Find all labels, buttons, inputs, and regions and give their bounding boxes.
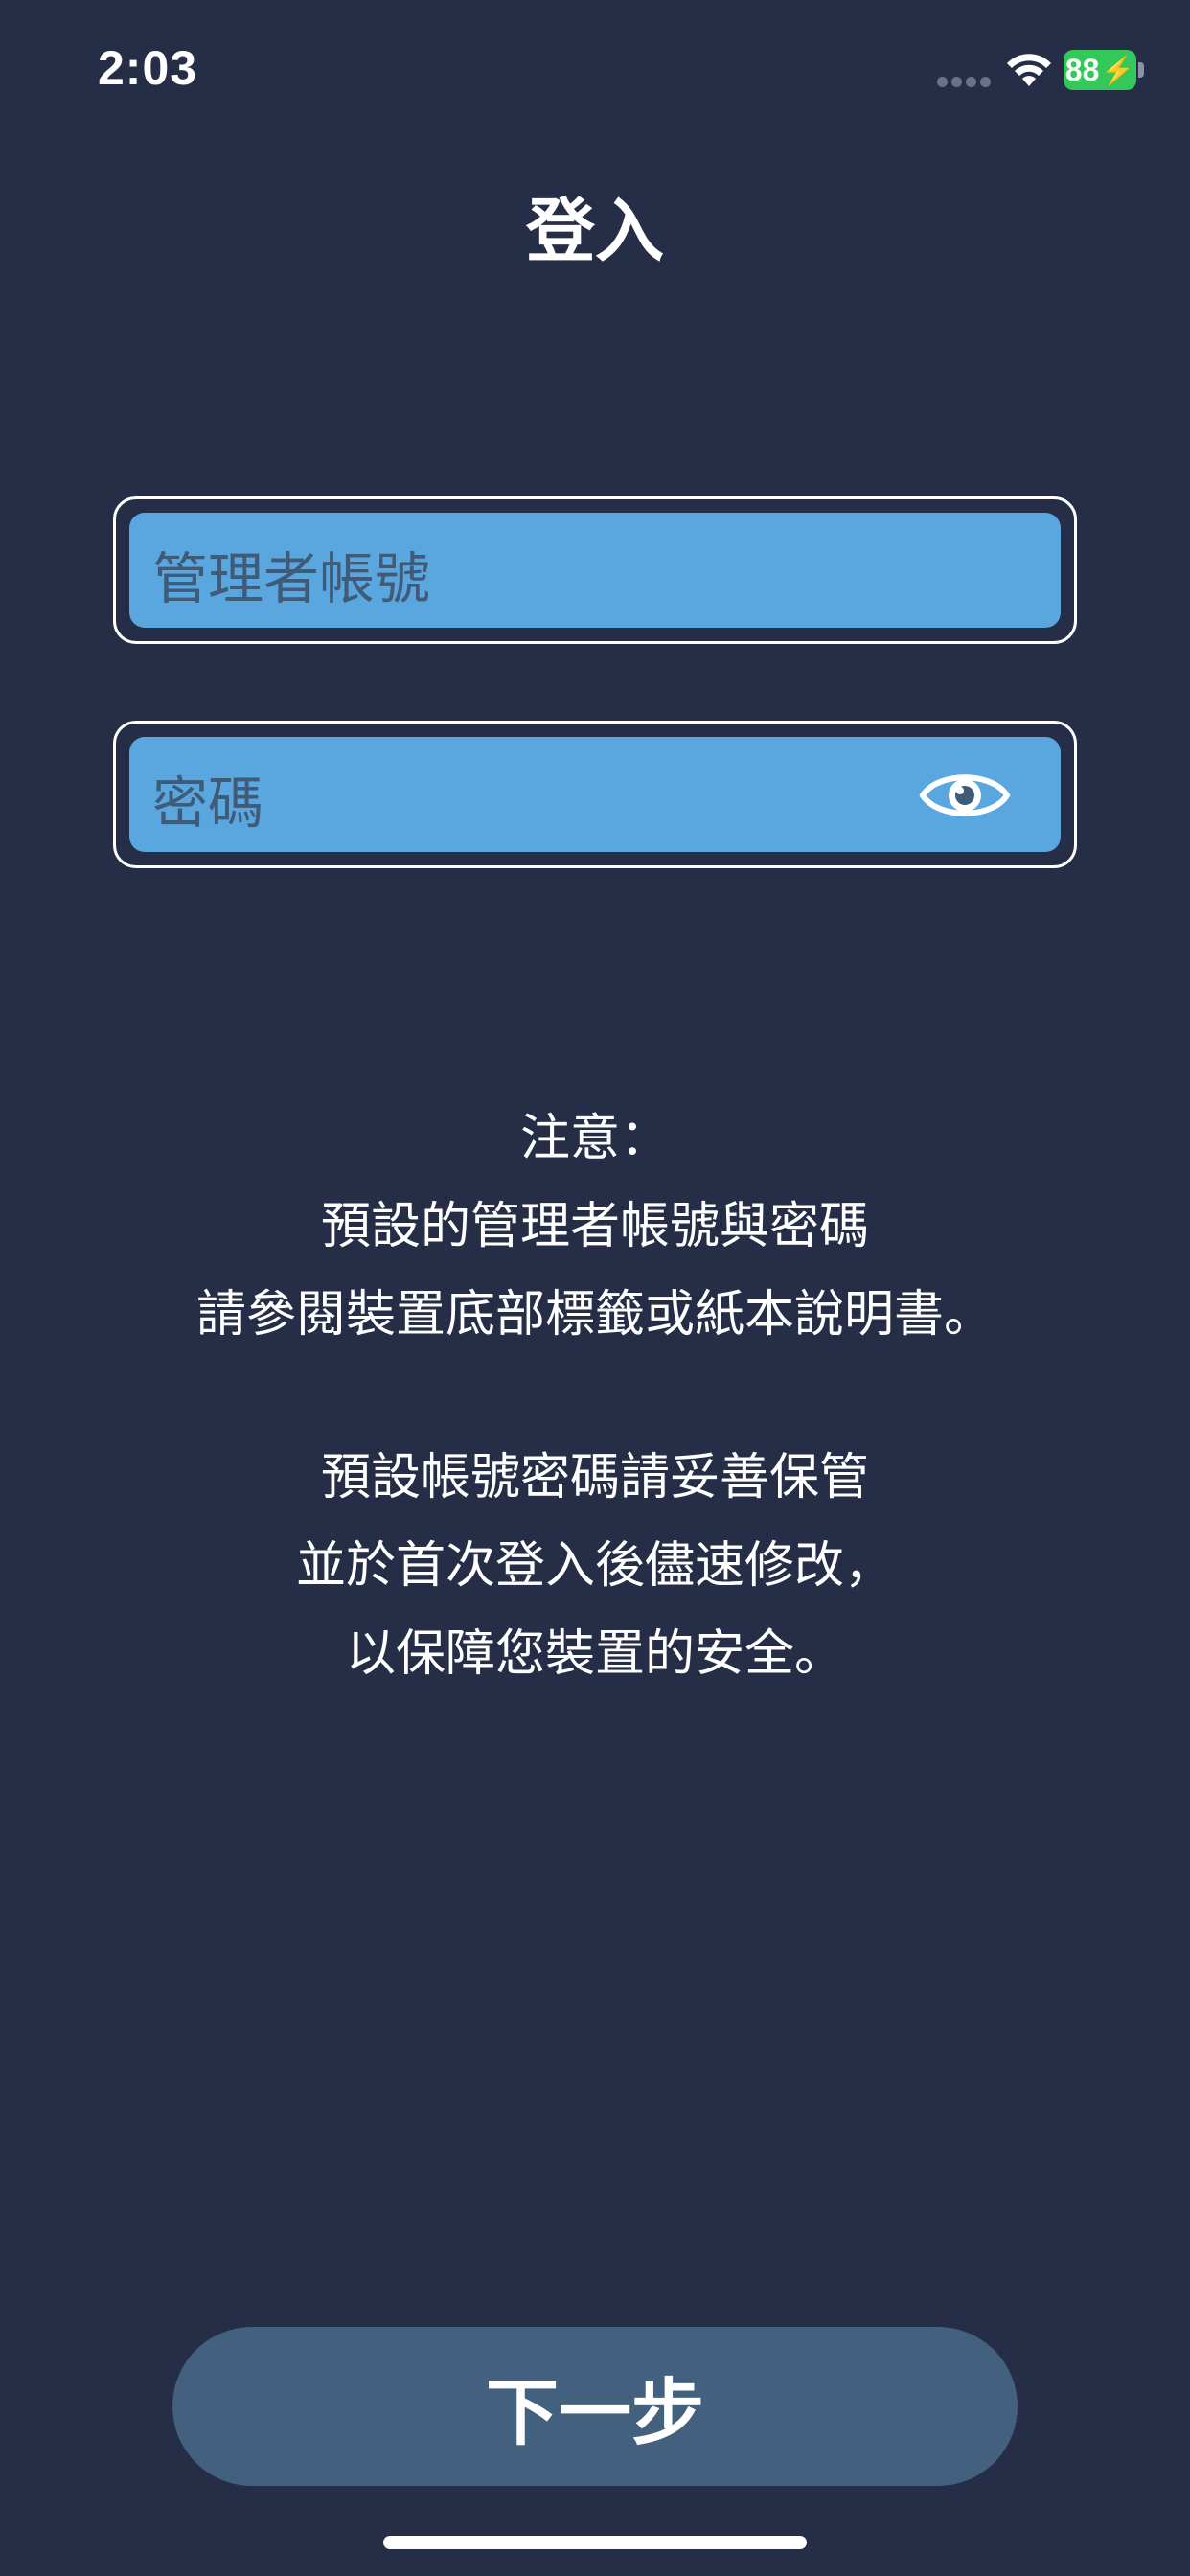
status-bar: 2:03 88 ⚡ <box>0 0 1190 144</box>
home-indicator[interactable] <box>383 2536 807 2549</box>
eye-icon[interactable] <box>919 764 1011 827</box>
notice-line: 並於首次登入後儘速修改， <box>295 1537 894 1595</box>
notice-text: 注意： 預設的管理者帳號與密碼 請參閱裝置底部標籤或紙本說明書。 預設帳號密碼請… <box>0 1094 1190 1698</box>
next-button[interactable]: 下一步 <box>172 2327 1018 2486</box>
login-screen: 2:03 88⚡ 登入 注意： 預設的管理者帳號與密碼 請參閱裝置底部標籤或紙本… <box>0 0 1190 2576</box>
battery-icon: 88 ⚡ <box>1064 50 1136 90</box>
notice-heading: 注意： <box>519 1110 670 1167</box>
wifi-icon <box>1007 54 1051 86</box>
notice-line: 請參閱裝置底部標籤或紙本說明書。 <box>195 1286 994 1344</box>
page-title: 登入 <box>525 191 664 271</box>
notice-spacer <box>0 1359 1190 1434</box>
charging-bolt-icon: ⚡ <box>1101 55 1135 85</box>
notice-line: 以保障您裝置的安全。 <box>345 1625 844 1683</box>
username-field-frame <box>113 496 1077 644</box>
notice-line: 預設帳號密碼請妥善保管 <box>320 1449 869 1506</box>
password-field-frame <box>113 721 1077 868</box>
username-input[interactable] <box>129 513 1061 628</box>
status-time: 2:03 <box>98 41 198 95</box>
notice-line: 預設的管理者帳號與密碼 <box>320 1198 869 1255</box>
cellular-signal-icon <box>937 77 993 88</box>
battery-level: 88 <box>1064 52 1100 87</box>
battery-cap <box>1138 62 1144 78</box>
